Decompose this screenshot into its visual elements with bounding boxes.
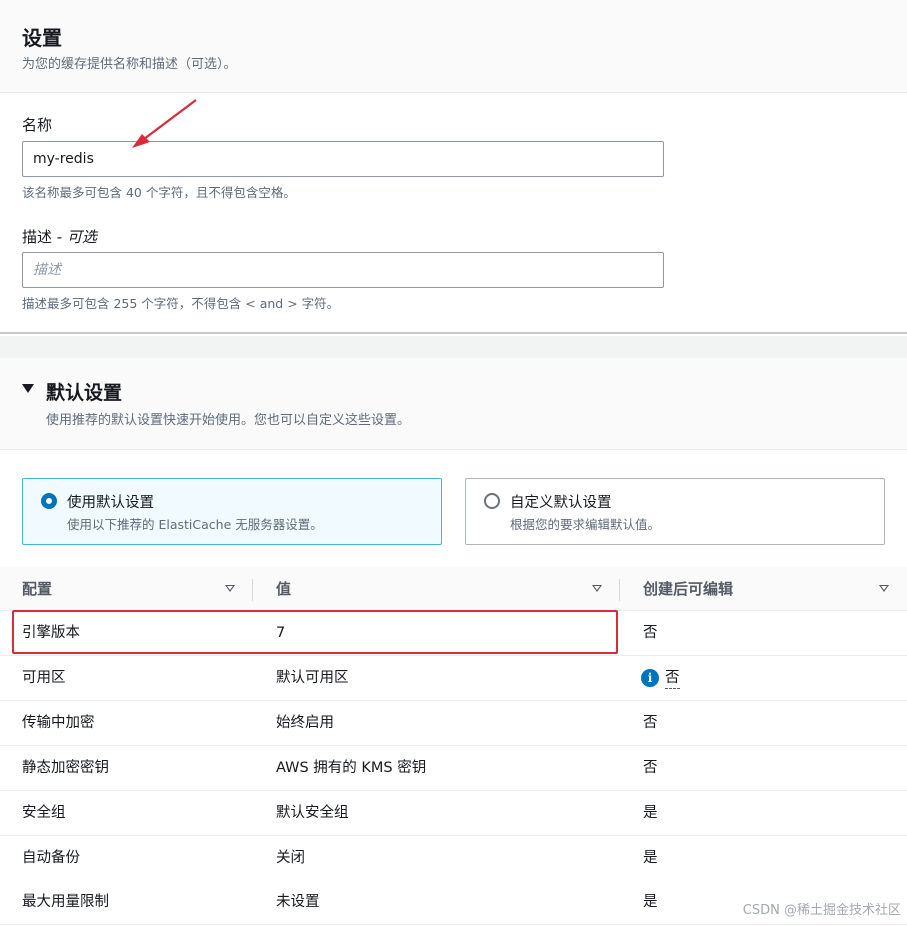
column-header-config[interactable]: 配置 xyxy=(22,567,52,611)
watermark: CSDN @稀土掘金技术社区 xyxy=(742,903,901,918)
cell-config: 安全组 xyxy=(22,805,66,821)
cell-editable[interactable]: 否 xyxy=(665,670,680,689)
cell-config: 最大用量限制 xyxy=(22,894,109,910)
option-desc: 使用以下推荐的 ElastiCache 无服务器设置。 xyxy=(67,517,323,532)
name-hint: 该名称最多可包含 40 个字符，且不得包含空格。 xyxy=(22,185,296,200)
option-desc: 根据您的要求编辑默认值。 xyxy=(510,517,661,532)
name-label: 名称 xyxy=(22,116,53,134)
cell-editable: 否 xyxy=(643,760,658,776)
description-input[interactable]: 描述 xyxy=(22,252,664,288)
column-header-value[interactable]: 值 xyxy=(276,567,291,611)
description-label: 描述 - 可选 xyxy=(22,226,97,247)
info-icon[interactable]: i xyxy=(641,669,659,687)
cell-editable: 否 xyxy=(643,715,658,731)
table-row: 自动备份 关闭 是 xyxy=(0,836,907,881)
defaults-title[interactable]: 默认设置 xyxy=(46,378,122,405)
cell-value: 默认安全组 xyxy=(276,805,349,821)
cell-editable-with-info[interactable]: i否 xyxy=(641,656,680,701)
cell-config: 自动备份 xyxy=(22,850,80,866)
cell-editable: 是 xyxy=(643,850,658,866)
cell-value: 关闭 xyxy=(276,850,305,866)
column-header-editable[interactable]: 创建后可编辑 xyxy=(643,567,733,611)
settings-description: 为您的缓存提供名称和描述（可选）。 xyxy=(22,57,237,72)
sort-icon[interactable] xyxy=(225,585,235,592)
column-divider[interactable] xyxy=(619,579,620,601)
annotation-highlight-box xyxy=(12,610,618,654)
cell-editable: 是 xyxy=(643,894,658,910)
column-divider[interactable] xyxy=(252,579,253,601)
annotation-arrow xyxy=(132,99,197,148)
name-input[interactable]: my-redis xyxy=(22,141,664,177)
cell-config: 静态加密密钥 xyxy=(22,760,109,776)
settings-header: 设置 为您的缓存提供名称和描述（可选）。 xyxy=(0,0,907,93)
caret-down-icon[interactable] xyxy=(22,384,34,393)
table-header: 配置 值 创建后可编辑 xyxy=(0,567,907,611)
defaults-description: 使用推荐的默认设置快速开始使用。您也可以自定义这些设置。 xyxy=(46,413,411,428)
defaults-header[interactable]: 默认设置 使用推荐的默认设置快速开始使用。您也可以自定义这些设置。 xyxy=(0,358,907,450)
cell-editable: 是 xyxy=(643,805,658,821)
sort-icon[interactable] xyxy=(592,585,602,592)
table-row: 可用区 默认可用区 i否 xyxy=(0,656,907,701)
cell-editable: 否 xyxy=(643,625,658,641)
table-row: 传输中加密 始终启用 否 xyxy=(0,701,907,746)
cell-config: 可用区 xyxy=(22,670,66,686)
description-hint: 描述最多可包含 255 个字符，不得包含 < and > 字符。 xyxy=(22,296,340,311)
description-label-main: 描述 - xyxy=(22,228,67,246)
cell-value: 始终启用 xyxy=(276,715,334,731)
cell-value: 未设置 xyxy=(276,894,320,910)
settings-panel: 设置 为您的缓存提供名称和描述（可选）。 名称 my-redis 该名称最多可包… xyxy=(0,0,907,334)
option-label: 自定义默认设置 xyxy=(510,495,612,511)
table-row: 安全组 默认安全组 是 xyxy=(0,791,907,836)
cell-config: 传输中加密 xyxy=(22,715,95,731)
option-use-defaults[interactable]: 使用默认设置 使用以下推荐的 ElastiCache 无服务器设置。 xyxy=(22,478,442,545)
radio-icon[interactable] xyxy=(41,493,57,509)
sort-icon[interactable] xyxy=(879,585,889,592)
description-label-optional: 可选 xyxy=(66,228,97,246)
section-gap xyxy=(0,336,907,358)
cell-value: AWS 拥有的 KMS 密钥 xyxy=(276,760,427,776)
cell-value: 默认可用区 xyxy=(276,670,349,686)
table-row: 静态加密密钥 AWS 拥有的 KMS 密钥 否 xyxy=(0,746,907,791)
radio-icon[interactable] xyxy=(484,493,500,509)
option-label: 使用默认设置 xyxy=(67,495,154,511)
settings-title: 设置 xyxy=(22,26,62,50)
option-customize-defaults[interactable]: 自定义默认设置 根据您的要求编辑默认值。 xyxy=(465,478,885,545)
